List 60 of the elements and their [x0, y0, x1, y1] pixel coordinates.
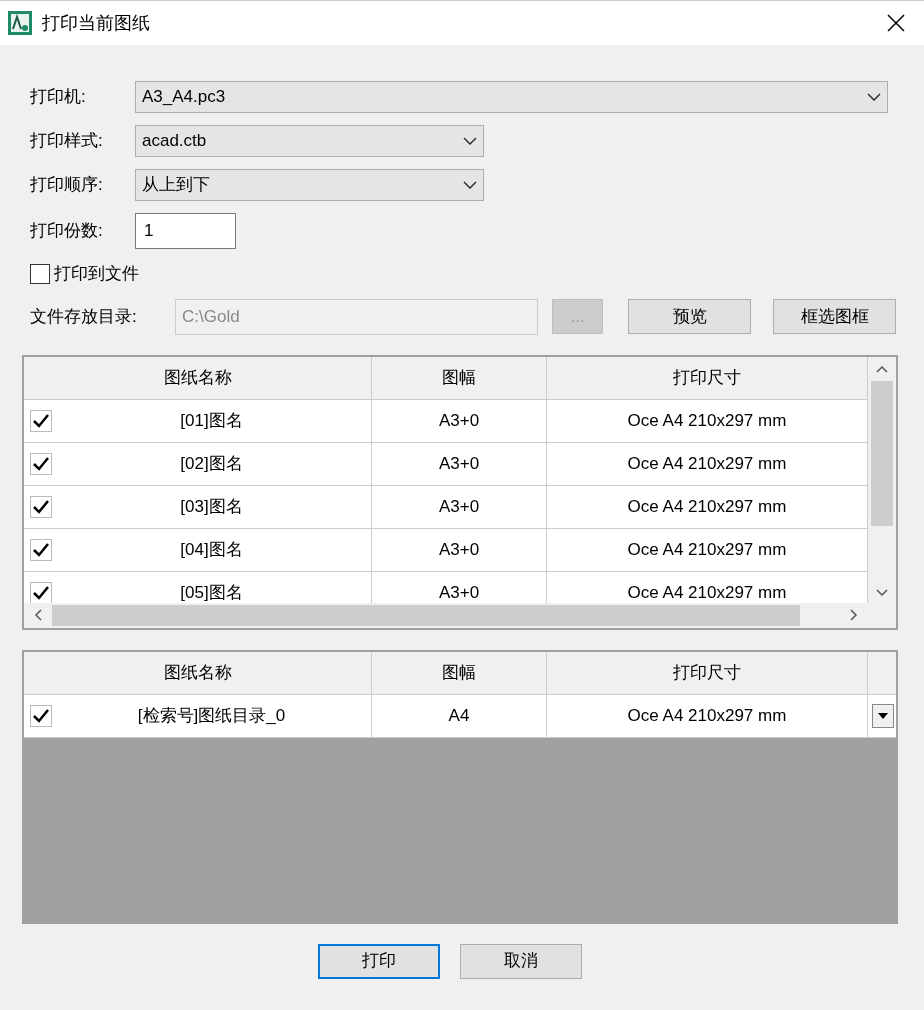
field-label: 打印份数: [29, 220, 104, 243]
field-label: 文件存放目录: [29, 305, 138, 328]
chevron-down-icon [463, 137, 477, 145]
table-cell: Oce A4 210x297 mm [547, 694, 868, 737]
column-header[interactable]: 打印尺寸 [547, 651, 868, 694]
cancel-button[interactable]: 取消 [460, 943, 582, 979]
table-cell: A3+0 [372, 528, 547, 571]
horizontal-scrollbar[interactable] [24, 602, 896, 628]
dropdown-button[interactable] [872, 703, 894, 728]
column-header[interactable]: 图幅 [372, 356, 547, 399]
table-cell: A3+0 [372, 485, 547, 528]
checkbox[interactable] [30, 581, 52, 603]
column-header[interactable]: 图纸名称 [24, 356, 372, 399]
field-label: 打印机: [29, 86, 87, 109]
window-title: 打印当前图纸 [42, 11, 150, 35]
table-cell: A4 [372, 694, 547, 737]
checkbox[interactable] [30, 409, 52, 432]
table-cell-text: [05]图名 [179, 581, 244, 603]
checkmark-icon [33, 456, 49, 471]
table-cell: A3+0 [372, 399, 547, 442]
scroll-left-icon [34, 609, 42, 621]
caret-down-icon [878, 712, 888, 719]
checkmark-icon [33, 499, 49, 514]
preview-button[interactable]: 预览 [628, 299, 751, 334]
checkmark-icon [33, 708, 49, 723]
table-cell-text: [02]图名 [179, 452, 244, 475]
chevron-down-icon [867, 93, 881, 101]
column-header[interactable]: 图幅 [372, 651, 547, 694]
scroll-down-icon [876, 588, 888, 597]
checkbox[interactable] [30, 263, 50, 284]
dropdown[interactable]: A3_A4.pc3 [135, 81, 888, 113]
field-label: 打印顺序: [29, 174, 104, 197]
scroll-right-icon [850, 609, 858, 621]
column-header [868, 651, 896, 694]
select-frame-button[interactable]: 框选图框 [773, 299, 896, 334]
checkbox-label: 打印到文件 [54, 263, 139, 285]
chevron-down-icon [463, 181, 477, 189]
checkbox[interactable] [30, 452, 52, 475]
close-icon [887, 14, 905, 32]
checkmark-icon [33, 542, 49, 557]
vertical-scrollbar[interactable] [868, 356, 896, 603]
checkbox[interactable] [30, 704, 52, 727]
column-header[interactable]: 打印尺寸 [547, 356, 868, 399]
field-label: 打印样式: [29, 130, 104, 153]
table-cell-text: [04]图名 [179, 538, 244, 561]
checkbox[interactable] [30, 495, 52, 518]
dropdown[interactable]: 从上到下 [135, 169, 484, 201]
dropdown[interactable]: acad.ctb [135, 125, 484, 157]
column-header[interactable]: 图纸名称 [24, 651, 372, 694]
checkmark-icon [33, 585, 49, 600]
checkbox[interactable] [30, 538, 52, 561]
app-icon [8, 11, 32, 35]
table-cell-text: [03]图名 [179, 495, 244, 518]
table-cell: A3+0 [372, 442, 547, 485]
print-button[interactable]: 打印 [318, 943, 440, 979]
scroll-up-icon [876, 364, 888, 373]
table-cell-text: [检索号]图纸目录_0 [136, 704, 287, 727]
input-field[interactable]: 1 [135, 213, 236, 249]
table-cell-text: [01]图名 [179, 409, 244, 432]
checkmark-icon [33, 413, 49, 428]
